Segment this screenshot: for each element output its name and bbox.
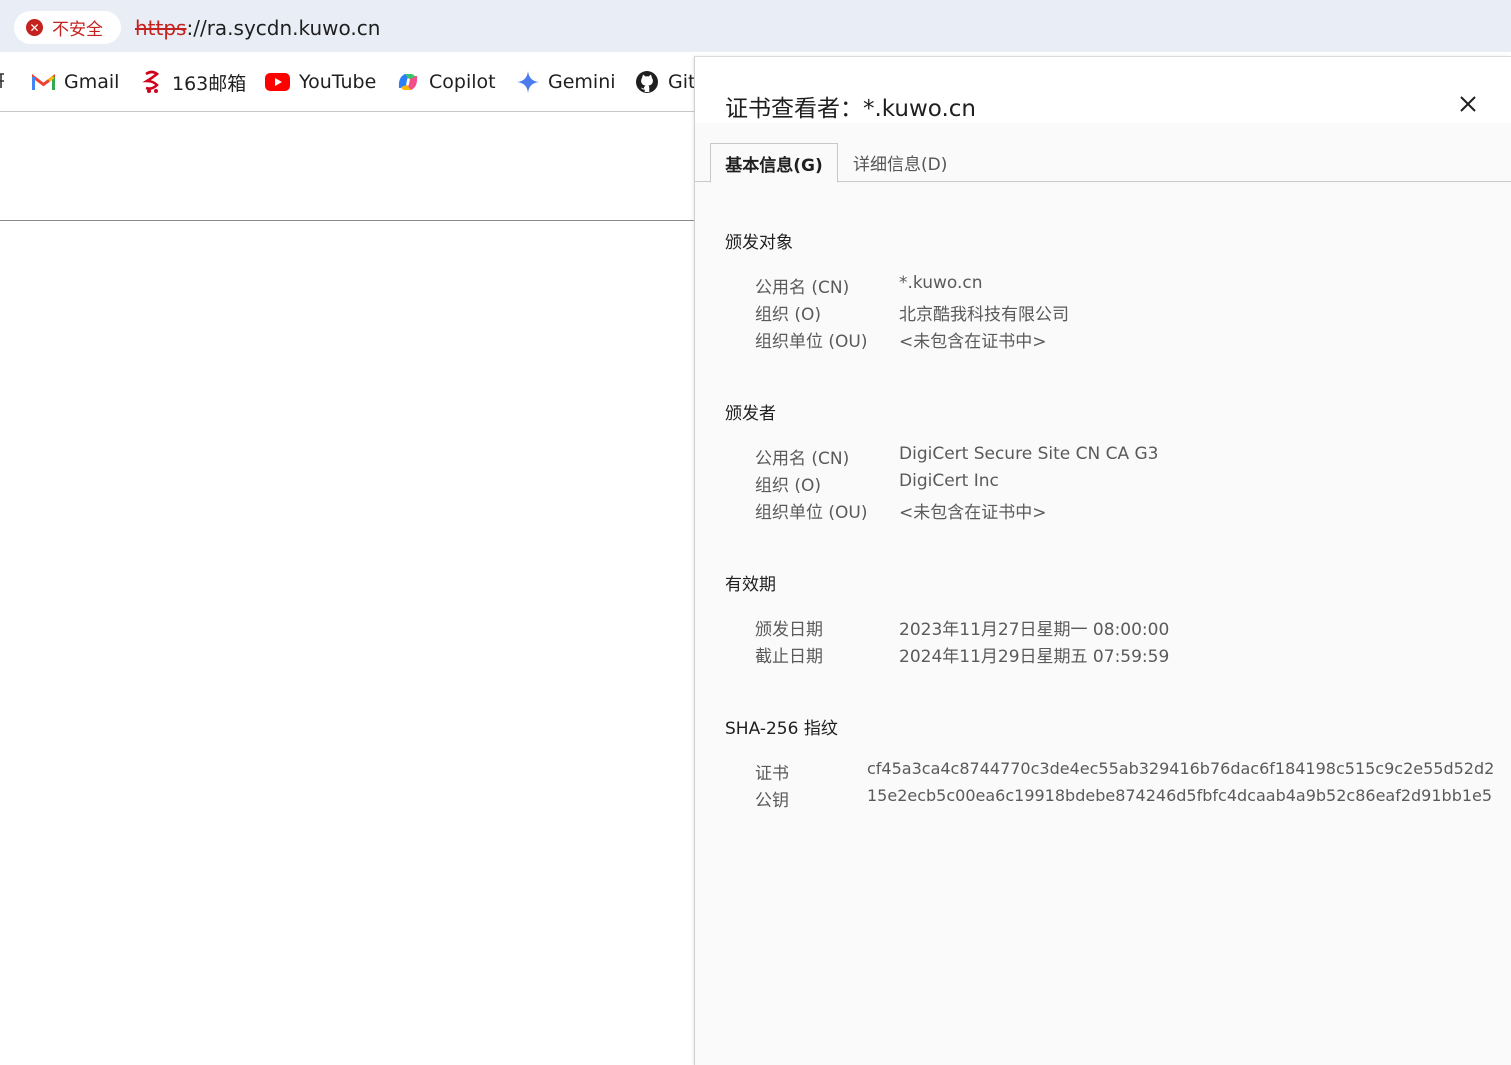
bookmark-youtube[interactable]: YouTube (265, 68, 376, 96)
field-label: 组织单位 (OU) (755, 503, 868, 523)
tab-general[interactable]: 基本信息(G) (710, 143, 838, 183)
bookmark-label: Git (668, 71, 696, 93)
bookmark-label: 163邮箱 (172, 72, 247, 95)
field-value: <未包含在证书中> (899, 503, 1047, 523)
dialog-tabs: 基本信息(G) 详细信息(D) (695, 143, 1511, 183)
close-button[interactable] (1455, 91, 1481, 117)
security-chip[interactable]: ✕ 不安全 (14, 11, 121, 44)
bookmark-label: Gemini (548, 71, 616, 93)
gmail-icon (32, 73, 55, 91)
mail163-icon (141, 70, 163, 94)
browser-toolbar: ✕ 不安全 https://ra.sycdn.kuwo.cn (0, 0, 1511, 52)
copilot-icon (396, 71, 420, 93)
issued-to-cn-row: 公用名 (CN) *.kuwo.cn (755, 273, 983, 300)
issued-by-cn-row: 公用名 (CN) DigiCert Secure Site CN CA G3 (755, 444, 1159, 471)
youtube-icon (265, 73, 290, 91)
section-validity-title: 有效期 (725, 575, 776, 595)
field-value: DigiCert Inc (899, 471, 999, 491)
security-label: 不安全 (52, 20, 103, 40)
tab-details[interactable]: 详细信息(D) (853, 143, 947, 182)
fingerprint-cert-row: 证书 cf45a3ca4c8744770c3de4ec55ab329416b76… (755, 759, 1494, 786)
issued-by-ou-row: 组织单位 (OU) <未包含在证书中> (755, 498, 1047, 525)
section-issued-to-title: 颁发对象 (725, 233, 793, 253)
field-label: 组织 (O) (755, 476, 822, 496)
certificate-viewer-dialog: 证书查看者：*.kuwo.cn 基本信息(G) 详细信息(D) 颁发对象 公用名… (694, 56, 1511, 1065)
field-value: cf45a3ca4c8744770c3de4ec55ab329416b76dac… (867, 759, 1495, 778)
bookmark-gmail[interactable]: Gmail (32, 68, 119, 96)
field-value: <未包含在证书中> (899, 332, 1047, 352)
field-label: 截止日期 (755, 647, 823, 667)
bookmark-copilot[interactable]: Copilot (396, 68, 496, 96)
field-value: DigiCert Secure Site CN CA G3 (899, 444, 1159, 464)
url-text[interactable]: https://ra.sycdn.kuwo.cn (135, 16, 380, 40)
issued-to-ou-row: 组织单位 (OU) <未包含在证书中> (755, 327, 1047, 354)
not-secure-icon: ✕ (26, 19, 43, 36)
omnibox[interactable]: ✕ 不安全 https://ra.sycdn.kuwo.cn (4, 3, 1511, 49)
close-icon (1460, 96, 1476, 112)
field-label: 组织 (O) (755, 305, 822, 325)
page-divider (0, 220, 694, 221)
field-label: 颁发日期 (755, 620, 823, 640)
field-label: 公钥 (755, 791, 789, 811)
dialog-title: 证书查看者：*.kuwo.cn (725, 96, 977, 122)
url-scheme: https (135, 16, 187, 40)
bookmark-label: Gmail (64, 71, 120, 93)
field-label: 证书 (755, 764, 789, 784)
validity-issued-row: 颁发日期 2023年11月27日星期一 08:00:00 (755, 615, 1169, 642)
field-label: 公用名 (CN) (755, 278, 850, 298)
field-value: 北京酷我科技有限公司 (899, 305, 1069, 325)
bookmark-163mail[interactable]: 163邮箱 (141, 68, 246, 96)
field-value: *.kuwo.cn (899, 273, 983, 293)
field-label: 公用名 (CN) (755, 449, 850, 469)
section-issued-by-title: 颁发者 (725, 404, 776, 424)
field-label: 组织单位 (OU) (755, 332, 868, 352)
gemini-icon (517, 71, 539, 93)
url-host: ://ra.sycdn.kuwo.cn (186, 16, 381, 40)
field-value: 2023年11月27日星期一 08:00:00 (899, 620, 1170, 640)
field-value: 2024年11月29日星期五 07:59:59 (899, 647, 1170, 667)
validity-expires-row: 截止日期 2024年11月29日星期五 07:59:59 (755, 642, 1169, 669)
bookmark-label: YouTube (299, 71, 377, 93)
github-icon (635, 70, 659, 94)
fingerprint-pubkey-row: 公钥 15e2ecb5c00ea6c19918bdebe874246d5fbfc… (755, 786, 1492, 813)
issued-to-o-row: 组织 (O) 北京酷我科技有限公司 (755, 300, 1069, 327)
bookmark-overflow-fragment (0, 72, 4, 90)
bookmark-label: Copilot (429, 71, 496, 93)
bookmark-github[interactable]: Git (635, 68, 695, 96)
field-value: 15e2ecb5c00ea6c19918bdebe874246d5fbfc4dc… (867, 786, 1493, 805)
bookmark-gemini[interactable]: Gemini (517, 68, 616, 96)
section-fingerprint-title: SHA-256 指纹 (725, 719, 838, 739)
issued-by-o-row: 组织 (O) DigiCert Inc (755, 471, 999, 498)
dialog-header: 证书查看者：*.kuwo.cn (695, 57, 1511, 123)
